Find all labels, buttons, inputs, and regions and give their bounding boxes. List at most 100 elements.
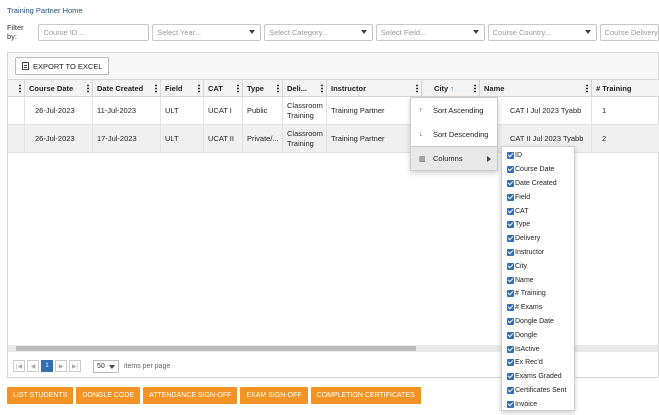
header-name[interactable]: Name xyxy=(480,80,592,97)
checkbox-checked-icon[interactable] xyxy=(507,235,514,242)
column-toggle-cat[interactable]: CAT xyxy=(502,204,574,218)
column-toggle-type[interactable]: Type xyxy=(502,218,574,232)
column-toggle-date-created[interactable]: Date Created xyxy=(502,177,574,191)
page-size-select[interactable]: 50 xyxy=(93,360,119,373)
completion-certificates-button[interactable]: COMPLETION CERTIFICATES xyxy=(311,387,421,404)
column-toggle-label: IsActive xyxy=(515,346,540,353)
checkbox-checked-icon[interactable] xyxy=(507,194,514,201)
checkbox-checked-icon[interactable] xyxy=(507,359,514,366)
column-menu-icon[interactable] xyxy=(87,84,89,93)
column-toggle-dongle[interactable]: Dongle xyxy=(502,328,574,342)
column-menu-icon[interactable] xyxy=(19,84,21,93)
header-instructor[interactable]: Instructor xyxy=(327,80,422,97)
column-menu-icon[interactable] xyxy=(198,84,200,93)
country-select[interactable]: Course Country... xyxy=(488,24,597,41)
column-toggle-dongle-date[interactable]: Dongle Date xyxy=(502,315,574,329)
column-toggle-label: ID xyxy=(515,152,522,159)
columns-item[interactable]: ▥Columns xyxy=(411,146,497,170)
next-page-icon[interactable]: ▶ xyxy=(55,360,67,372)
category-select[interactable]: Select Category... xyxy=(264,24,373,41)
checkbox-checked-icon[interactable] xyxy=(507,152,514,159)
checkbox-checked-icon[interactable] xyxy=(507,290,514,297)
column-toggle-instructor[interactable]: Instructor xyxy=(502,246,574,260)
checkbox-checked-icon[interactable] xyxy=(507,387,514,394)
dongle-code-button[interactable]: DONGLE CODE xyxy=(76,387,140,404)
checkbox-checked-icon[interactable] xyxy=(507,332,514,339)
export-excel-label: EXPORT TO EXCEL xyxy=(33,62,102,71)
header-training[interactable]: # Training xyxy=(592,80,658,97)
header-date-created[interactable]: Date Created xyxy=(93,80,161,97)
checkbox-checked-icon[interactable] xyxy=(507,318,514,325)
scrollbar-thumb[interactable] xyxy=(16,346,416,351)
sort-ascending-item[interactable]: ↑Sort Ascending xyxy=(411,98,497,122)
header-field[interactable]: Field xyxy=(161,80,204,97)
checkbox-checked-icon[interactable] xyxy=(507,277,514,284)
list-students-button[interactable]: LIST STUDENTS xyxy=(7,387,73,404)
header-city[interactable]: City ↑ xyxy=(422,80,480,97)
column-toggle-label: # Exams xyxy=(515,304,542,311)
course-id-input[interactable]: Course ID... xyxy=(38,24,149,41)
column-toggle-ex-recd[interactable]: Ex Rec'd xyxy=(502,356,574,370)
column-toggle-label: Ex Rec'd xyxy=(515,359,543,366)
exam-signoff-button[interactable]: EXAM SIGN-OFF xyxy=(240,387,307,404)
column-menu-icon[interactable] xyxy=(277,84,279,93)
last-page-icon[interactable]: ▶| xyxy=(69,360,81,372)
prev-page-icon[interactable]: ◀ xyxy=(27,360,39,372)
column-toggle-training[interactable]: # Training xyxy=(502,287,574,301)
column-toggle-city[interactable]: City xyxy=(502,259,574,273)
chevron-down-icon xyxy=(249,30,255,34)
breadcrumb[interactable]: Training Partner Home xyxy=(7,6,83,15)
column-toggle-invoice[interactable]: Invoice xyxy=(502,397,574,411)
delivery-select[interactable]: Course Delivery... xyxy=(600,24,659,41)
header-cat[interactable]: CAT xyxy=(204,80,243,97)
column-toggle-delivery[interactable]: Delivery xyxy=(502,232,574,246)
column-menu-icon[interactable] xyxy=(474,84,476,93)
column-toggle-exams-graded[interactable]: Exams Graded xyxy=(502,370,574,384)
column-toggle-isactive[interactable]: IsActive xyxy=(502,342,574,356)
attendance-signoff-button[interactable]: ATTENDANCE SIGN-OFF xyxy=(143,387,237,404)
checkbox-checked-icon[interactable] xyxy=(507,401,514,408)
column-menu-icon[interactable] xyxy=(416,84,418,93)
column-toggle-label: Certificates Sent xyxy=(515,387,566,394)
year-select[interactable]: Select Year... xyxy=(152,24,261,41)
field-select[interactable]: Select Field... xyxy=(376,24,485,41)
sort-descending-item[interactable]: ↓Sort Descending xyxy=(411,122,497,146)
checkbox-checked-icon[interactable] xyxy=(507,208,514,215)
column-toggle-exams[interactable]: # Exams xyxy=(502,301,574,315)
header-course-date[interactable]: Course Date xyxy=(25,80,93,97)
sort-ascending-icon: ↑ xyxy=(450,84,454,93)
page-button[interactable]: 1 xyxy=(41,360,53,372)
checkbox-checked-icon[interactable] xyxy=(507,180,514,187)
category-select-value: Select Category... xyxy=(269,28,328,37)
column-toggle-id[interactable]: ID xyxy=(502,149,574,163)
column-toggle-label: Dongle Date xyxy=(515,318,554,325)
column-menu-icon[interactable] xyxy=(321,84,323,93)
column-menu-icon[interactable] xyxy=(155,84,157,93)
action-bar: LIST STUDENTS DONGLE CODE ATTENDANCE SIG… xyxy=(7,387,421,404)
checkbox-checked-icon[interactable] xyxy=(507,166,514,173)
file-excel-icon xyxy=(22,62,29,70)
column-menu-icon[interactable] xyxy=(237,84,239,93)
checkbox-checked-icon[interactable] xyxy=(507,221,514,228)
column-toggle-course-date[interactable]: Course Date xyxy=(502,163,574,177)
checkbox-checked-icon[interactable] xyxy=(507,263,514,270)
checkbox-checked-icon[interactable] xyxy=(507,373,514,380)
column-toggle-certificates-sent[interactable]: Certificates Sent xyxy=(502,384,574,398)
first-page-icon[interactable]: |◀ xyxy=(13,360,25,372)
column-toggle-name[interactable]: Name xyxy=(502,273,574,287)
column-menu-icon[interactable] xyxy=(586,84,588,93)
column-toggle-label: Instructor xyxy=(515,249,544,256)
checkbox-checked-icon[interactable] xyxy=(507,249,514,256)
column-toggle-field[interactable]: Field xyxy=(502,190,574,204)
table-row[interactable]: 26-Jul-2023 11-Jul-2023 ULT UCAT I Publi… xyxy=(8,97,659,125)
row-select-cell[interactable] xyxy=(8,97,25,125)
header-delivery[interactable]: Deli... xyxy=(283,80,327,97)
column-toggle-label: # Training xyxy=(515,290,546,297)
export-excel-button[interactable]: EXPORT TO EXCEL xyxy=(15,57,109,75)
checkbox-checked-icon[interactable] xyxy=(507,346,514,353)
checkbox-checked-icon[interactable] xyxy=(507,304,514,311)
row-select-cell[interactable] xyxy=(8,125,25,153)
header-type[interactable]: Type xyxy=(243,80,283,97)
select-column-header[interactable] xyxy=(8,80,25,97)
column-toggle-label: Delivery xyxy=(515,235,540,242)
